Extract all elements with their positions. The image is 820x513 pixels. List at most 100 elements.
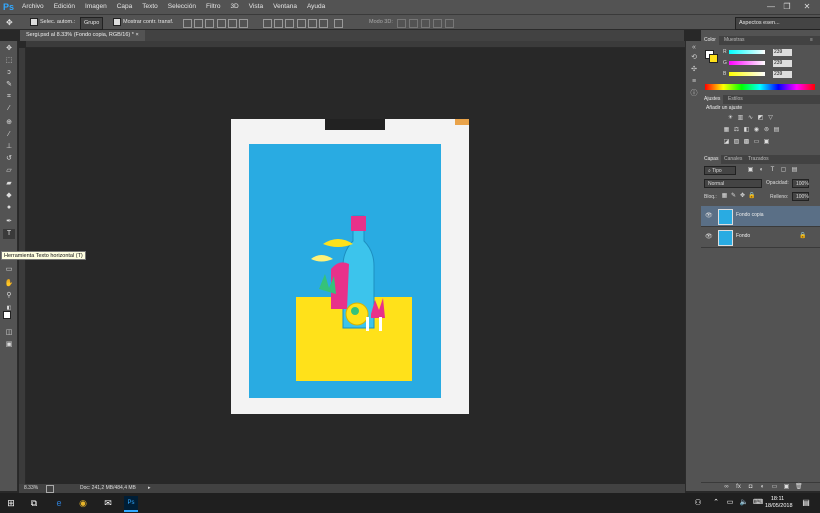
auto-select-checkbox[interactable]: Selec. autom.: [30,17,75,28]
menu-archivo[interactable]: Archivo [17,0,49,14]
lasso-tool-icon[interactable]: ↄ [3,68,15,78]
tab-adjustments[interactable]: Ajustes [701,95,724,104]
distribute-bottom-icon[interactable] [285,19,294,28]
new-group-icon[interactable]: ▭ [771,484,778,491]
invert-icon[interactable]: ◪ [723,139,730,146]
photo-filter-icon[interactable]: ◉ [753,127,760,134]
black-white-icon[interactable]: ◧ [743,127,750,134]
edge-browser-icon[interactable]: e [52,496,66,510]
align-vcenter-icon[interactable] [194,19,203,28]
lock-position-icon[interactable]: ✥ [739,193,746,200]
dodge-tool-icon[interactable]: ● [3,203,15,213]
filter-shape-icon[interactable]: ▢ [780,167,787,174]
pen-tool-icon[interactable]: ✒ [3,217,15,227]
menu-vista[interactable]: Vista [244,0,268,14]
distribute-top-icon[interactable] [263,19,272,28]
menu-ayuda[interactable]: Ayuda [302,0,330,14]
color-balance-icon[interactable]: ⚖ [733,127,740,134]
info-panel-icon[interactable]: ⓘ [689,89,699,98]
new-adjustment-icon[interactable]: ◐ [759,484,766,491]
quick-mask-icon[interactable]: ◫ [3,328,15,338]
people-icon[interactable]: ⚇ [691,496,705,510]
crop-tool-icon[interactable]: ⌗ [3,92,15,102]
menu-capa[interactable]: Capa [112,0,138,14]
layer-name[interactable]: Fondo copia [736,212,764,218]
threshold-icon[interactable]: ▩ [743,139,750,146]
notifications-icon[interactable]: ▤ [799,496,813,510]
filter-smart-icon[interactable]: ▤ [791,167,798,174]
channel-mixer-icon[interactable]: ⊚ [763,127,770,134]
layer-name[interactable]: Fondo [736,233,750,239]
lock-pixels-icon[interactable]: ✎ [730,193,737,200]
chrome-browser-icon[interactable]: ◉ [76,496,90,510]
distribute-hcenter-icon[interactable] [308,19,317,28]
align-top-icon[interactable] [183,19,192,28]
tab-styles[interactable]: Estilos [725,95,746,104]
link-layers-icon[interactable]: ∞ [723,484,730,491]
distribute-right-icon[interactable] [319,19,328,28]
green-slider[interactable]: G 239 [723,60,792,67]
fill-field[interactable]: 100% [792,192,809,201]
tab-layers[interactable]: Capas [701,155,722,164]
layer-row-fondo[interactable]: 👁 Fondo 🔒 [701,227,820,248]
windows-start-icon[interactable]: ⊞ [4,496,18,510]
red-slider[interactable]: R 239 [723,49,792,56]
zoom-level[interactable]: 8.33% [24,484,38,493]
tab-paths[interactable]: Trazados [745,155,772,164]
eyedropper-tool-icon[interactable]: ⁄ [3,104,15,114]
3d-slide-icon[interactable] [433,19,442,28]
close-button[interactable]: ✕ [800,0,814,14]
document-canvas[interactable] [231,119,469,414]
vibrance-icon[interactable]: ▽ [767,115,774,122]
blend-mode-dropdown[interactable]: Normal [704,179,762,188]
foreground-color-swatch[interactable] [3,311,11,319]
healing-brush-tool-icon[interactable]: ⊕ [3,118,15,128]
visibility-eye-icon[interactable]: 👁 [705,212,713,220]
new-layer-icon[interactable]: ▣ [783,484,790,491]
tab-color[interactable]: Color [701,36,719,45]
color-spectrum[interactable] [705,84,815,90]
menu-3d[interactable]: 3D [225,0,243,14]
distribute-left-icon[interactable] [297,19,306,28]
3d-rotate-icon[interactable] [397,19,406,28]
move-tool-icon[interactable]: ✥ [6,17,13,28]
network-icon[interactable]: ▭ [723,496,737,510]
marquee-tool-icon[interactable]: ⬚ [3,56,15,66]
quick-select-tool-icon[interactable]: ✎ [3,80,15,90]
document-info[interactable]: Doc: 241,2 MB/484,4 MB [80,484,136,493]
panel-menu-icon[interactable]: ≡ [807,36,816,45]
task-view-icon[interactable]: ⧉ [27,496,41,510]
selective-color-icon[interactable]: ▣ [763,139,770,146]
horizontal-type-tool-icon[interactable]: T [3,229,15,239]
hand-tool-icon[interactable]: ✋ [3,279,15,289]
3d-roll-icon[interactable] [409,19,418,28]
opacity-field[interactable]: 100% [792,179,809,188]
move-tool-icon[interactable]: ✥ [3,44,15,54]
tab-swatches[interactable]: Muestras [721,36,748,45]
align-left-icon[interactable] [217,19,226,28]
gradient-tool-icon[interactable]: ▰ [3,179,15,189]
filter-pixel-icon[interactable]: ▣ [747,167,754,174]
curves-icon[interactable]: ∿ [747,115,754,122]
system-clock[interactable]: 18:11 18/05/2018 [765,496,793,510]
document-tab[interactable]: Sergi.psd al 8.33% (Fondo copia, RGB/16)… [20,30,145,41]
bg-color-preview[interactable] [709,54,718,63]
3d-scale-icon[interactable] [445,19,454,28]
color-lookup-icon[interactable]: ▤ [773,127,780,134]
hue-saturation-icon[interactable]: ▦ [723,127,730,134]
filter-adjust-icon[interactable]: ◐ [758,167,765,174]
collapse-dock-icon[interactable]: « [689,43,699,52]
layer-filter-dropdown[interactable]: ⌕ Tipo [704,166,736,175]
history-brush-tool-icon[interactable]: ↺ [3,154,15,164]
green-value[interactable]: 239 [773,60,792,67]
rectangle-tool-icon[interactable]: ▭ [3,265,15,275]
eraser-tool-icon[interactable]: ▱ [3,166,15,176]
menu-imagen[interactable]: Imagen [80,0,112,14]
blur-tool-icon[interactable]: ◆ [3,191,15,201]
zoom-tool-icon[interactable]: ⚲ [3,291,15,301]
visibility-eye-icon[interactable]: 👁 [705,233,713,241]
language-icon[interactable]: ⌨ [751,496,765,510]
layer-row-fondo-copia[interactable]: 👁 Fondo copia [701,206,820,227]
lock-transparency-icon[interactable]: ▦ [721,193,728,200]
3d-drag-icon[interactable] [421,19,430,28]
